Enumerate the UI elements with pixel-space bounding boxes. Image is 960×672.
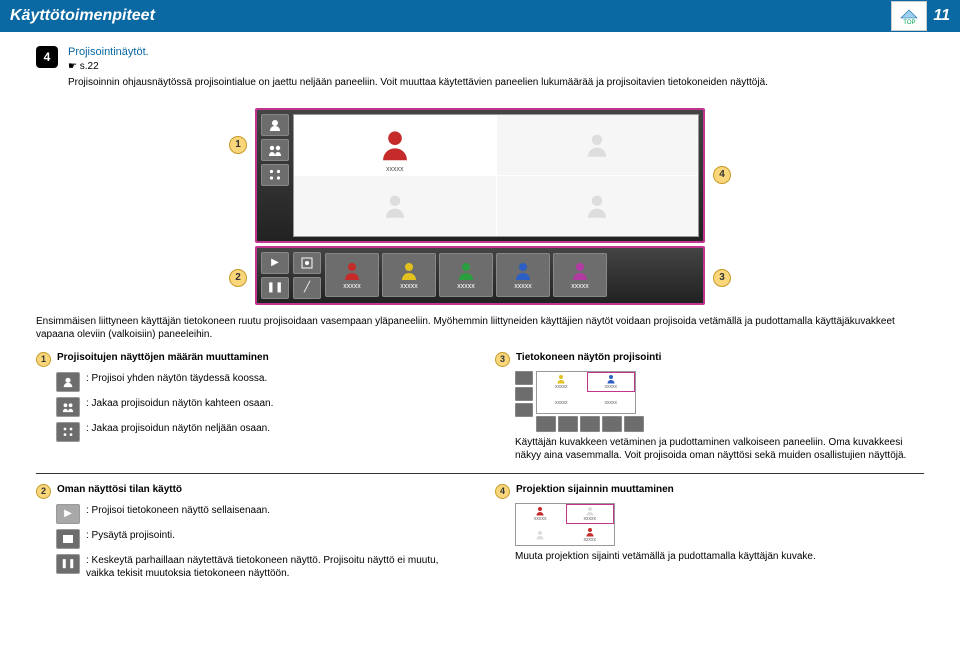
callout-4: 4 <box>713 166 731 184</box>
diagram-description: Ensimmäisen liittyneen käyttäjän tietoko… <box>36 315 924 342</box>
mini-diagram: xxxxx xxxxx xxxxx <box>515 503 924 546</box>
callout-3: 3 <box>713 269 731 287</box>
page-number: 11 <box>933 7 950 25</box>
callout-2: 2 <box>229 269 247 287</box>
layout-1-button[interactable] <box>261 114 289 136</box>
stop-icon <box>56 529 80 549</box>
callout-1: 1 <box>229 136 247 154</box>
section-title: Projisoitujen näyttöjen määrän muuttamin… <box>57 352 269 363</box>
step-title: Projisointinäytöt. <box>68 46 924 58</box>
divider <box>36 473 924 474</box>
callout-marker: 1 <box>36 352 51 367</box>
play-icon: ▶ <box>56 504 80 524</box>
user-icon <box>570 261 590 281</box>
play-button[interactable]: ▶ <box>261 252 289 274</box>
user-icon <box>513 261 533 281</box>
section-description: Käyttäjän kuvakkeen vetäminen ja pudotta… <box>515 436 924 463</box>
user-thumb[interactable]: xxxxx <box>382 253 436 297</box>
user-thumb[interactable]: xxxxx <box>496 253 550 297</box>
slash-button[interactable]: ╱ <box>293 277 321 299</box>
user-icon <box>584 193 610 219</box>
grid-cell[interactable] <box>497 115 699 175</box>
step-paragraph: Projisoinnin ohjausnäytössä projisointia… <box>68 76 924 90</box>
grid-cell[interactable] <box>497 176 699 236</box>
user-icon <box>342 261 362 281</box>
section-title: Oman näyttösi tilan käyttö <box>57 484 182 495</box>
header-bar: Käyttötoimenpiteet TOP 11 <box>0 0 960 32</box>
section-description: Muuta projektion sijainti vetämällä ja p… <box>515 550 924 564</box>
user-thumb[interactable]: xxxxx <box>553 253 607 297</box>
user-icon <box>456 261 476 281</box>
projection-grid: xxxxx <box>293 114 699 237</box>
header-title: Käyttötoimenpiteet <box>10 7 155 25</box>
top-panel: xxxxx <box>255 108 705 243</box>
layout-2-button[interactable] <box>261 139 289 161</box>
user-thumb[interactable]: xxxxx <box>439 253 493 297</box>
section-title: Tietokoneen näytön projisointi <box>516 352 661 363</box>
page-reference-link[interactable]: ☛ s.22 <box>68 61 924 72</box>
callout-marker: 3 <box>495 352 510 367</box>
user-icon <box>584 132 610 158</box>
projection-diagram: xxxxx ▶ ❚❚ <box>255 108 705 305</box>
grid-cell[interactable]: xxxxx <box>294 115 496 175</box>
user-icon <box>399 261 419 281</box>
user-icon <box>378 128 412 162</box>
step-number-badge: 4 <box>36 46 58 68</box>
grid-cell[interactable] <box>294 176 496 236</box>
user-thumb[interactable]: xxxxx <box>325 253 379 297</box>
layout-4-button[interactable] <box>261 164 289 186</box>
target-button[interactable] <box>293 252 321 274</box>
layout-4-icon <box>56 422 80 442</box>
header-right: TOP 11 <box>891 1 950 31</box>
section-title: Projektion sijainnin muuttaminen <box>516 484 674 495</box>
user-icon <box>382 193 408 219</box>
callout-marker: 2 <box>36 484 51 499</box>
mini-diagram: xxxxx xxxxx xxxxx xxxxx <box>515 371 924 432</box>
bottom-panel: ▶ ❚❚ ╱ xxxxx xxxxx xxxxx xxxxx xxxxx <box>255 246 705 305</box>
top-logo: TOP <box>891 1 927 31</box>
layout-2-icon <box>56 397 80 417</box>
callout-marker: 4 <box>495 484 510 499</box>
pause-button[interactable]: ❚❚ <box>261 277 289 299</box>
pause-icon: ❚❚ <box>56 554 80 574</box>
layout-1-icon <box>56 372 80 392</box>
